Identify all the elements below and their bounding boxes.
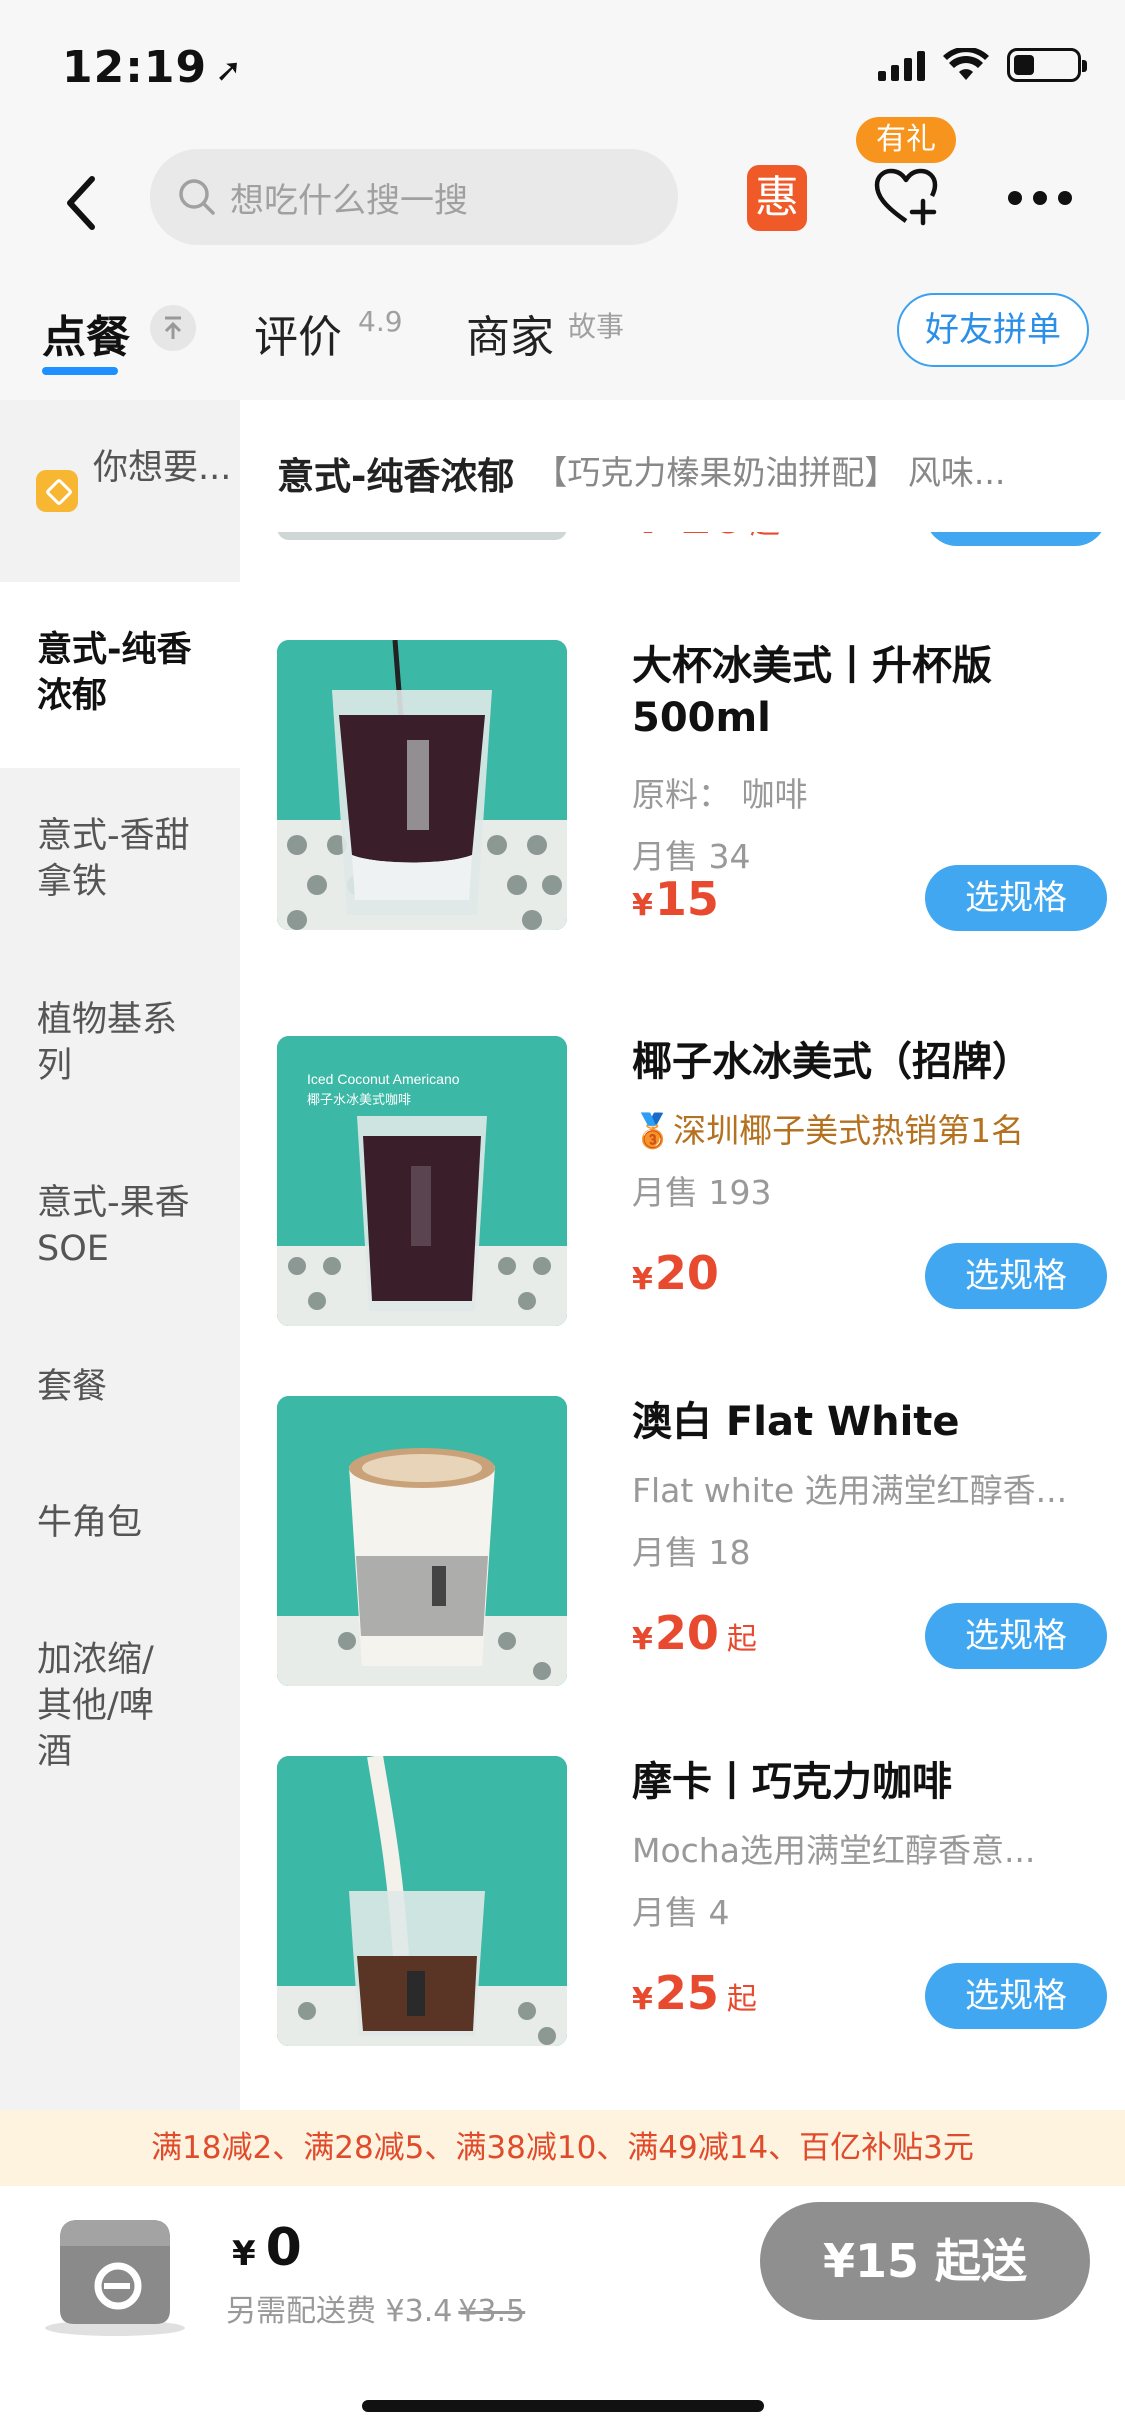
clock-text: 12:19: [62, 42, 208, 93]
section-desc: 【巧克力榛果奶油拼配】 风味...: [534, 453, 1006, 492]
battery-icon: [1007, 48, 1087, 82]
product-sales: 月售 34: [632, 837, 751, 876]
more-icon[interactable]: [1008, 191, 1072, 207]
wifi-icon: [943, 48, 989, 80]
product-desc: Flat white 选用满堂红醇香...: [632, 1471, 1068, 1510]
product-price: ¥20: [632, 1246, 719, 1300]
favorite-add-icon[interactable]: [873, 167, 939, 227]
sidebar-item-latte[interactable]: 意式-香甜拿铁: [0, 813, 200, 905]
product-list: 意式-纯香浓郁 【巧克力榛果奶油拼配】 风味... ¥ 20起 选规格 大杯冰美…: [240, 400, 1125, 2110]
status-icons: [878, 48, 1087, 82]
search-placeholder: 想吃什么搜一搜: [230, 180, 468, 221]
sidebar-item-combo[interactable]: 套餐: [0, 1364, 200, 1410]
status-time: 12:19 ➚: [62, 42, 243, 93]
cart-total: ¥0: [232, 2218, 302, 2278]
product-thumb[interactable]: [277, 640, 567, 930]
product-desc: 原料： 咖啡: [632, 775, 808, 814]
merchant-sub: 故事: [568, 310, 625, 343]
product-price: ¥20 起: [632, 1606, 757, 1660]
tab-review[interactable]: 评价: [254, 301, 342, 365]
header: 想吃什么搜一搜 惠 有礼: [0, 117, 1125, 265]
review-score: 4.9: [358, 305, 403, 338]
cart-box-icon[interactable]: [30, 2200, 190, 2340]
sidebar-item-plant[interactable]: 植物基系列: [0, 997, 200, 1089]
scroll-top-icon[interactable]: [150, 305, 196, 351]
product-thumb[interactable]: [277, 1396, 567, 1686]
product-card[interactable]: Iced Coconut Americano 椰子水冰美式咖啡 椰子水冰美式（招…: [277, 1036, 1107, 1328]
product-thumb[interactable]: [277, 1756, 567, 2046]
product-badge: 🥉深圳椰子美式热销第1名: [632, 1111, 1025, 1150]
product-name: 摩卡丨巧克力咖啡: [632, 1759, 952, 1805]
select-spec-button[interactable]: 选规格: [925, 865, 1107, 931]
svg-text:Iced Coconut Americano: Iced Coconut Americano: [307, 1071, 460, 1087]
delivery-fee: 另需配送费 ¥3.4 ¥3.5: [226, 2294, 526, 2329]
select-spec-button[interactable]: 选规格: [925, 1963, 1107, 2029]
product-desc: Mocha选用满堂红醇香意...: [632, 1831, 1036, 1870]
product-sales: 月售 193: [632, 1173, 772, 1212]
location-arrow-icon: ➚: [215, 51, 243, 89]
sidebar-item-croissant[interactable]: 牛角包: [0, 1500, 200, 1546]
back-icon[interactable]: [60, 173, 108, 233]
product-card[interactable]: 大杯冰美式丨升杯版500ml 原料： 咖啡 月售 34 ¥15 选规格: [277, 640, 1107, 932]
sidebar-item-others[interactable]: 加浓缩/其他/啤酒: [0, 1637, 170, 1775]
status-bar: 12:19 ➚: [0, 0, 1125, 135]
signal-icon: [878, 49, 925, 81]
sidebar-item-label: 你想要...: [93, 448, 232, 488]
section-title: 意式-纯香浓郁: [277, 455, 515, 498]
product-price: ¥15: [632, 872, 719, 926]
select-spec-button[interactable]: 选规格: [925, 1603, 1107, 1669]
discount-icon[interactable]: 惠: [747, 165, 807, 231]
sidebar-item-label: 意式-纯香浓郁: [37, 630, 192, 716]
product-price: ¥25 起: [632, 1966, 757, 2020]
search-icon: [179, 179, 215, 215]
active-tab-indicator: [42, 367, 118, 375]
home-indicator: [362, 2400, 764, 2412]
tab-bar: 点餐 评价 4.9 商家 故事 好友拼单: [0, 265, 1125, 400]
promo-bar: 满18减2、满28减5、满38减10、满49减14、百亿补贴3元: [0, 2110, 1125, 2186]
tab-merchant[interactable]: 商家: [466, 301, 554, 365]
product-name: 澳白 Flat White: [632, 1399, 960, 1445]
product-card[interactable]: 摩卡丨巧克力咖啡 Mocha选用满堂红醇香意... 月售 4 ¥25 起 选规格: [277, 1756, 1107, 2048]
product-sales: 月售 4: [632, 1893, 730, 1932]
select-spec-button[interactable]: 选规格: [925, 1243, 1107, 1309]
product-thumb[interactable]: Iced Coconut Americano 椰子水冰美式咖啡: [277, 1036, 567, 1326]
friends-group-order-button[interactable]: 好友拼单: [897, 293, 1089, 367]
category-sidebar: 你想要... 意式-纯香浓郁 意式-香甜拿铁 植物基系列 意式-果香 SOE 套…: [0, 400, 240, 2110]
svg-text:椰子水冰美式咖啡: 椰子水冰美式咖啡: [307, 1093, 411, 1108]
tab-order[interactable]: 点餐: [42, 301, 130, 365]
cart-bar: ¥0 另需配送费 ¥3.4 ¥3.5 ¥15 起送: [0, 2186, 1125, 2436]
sidebar-item-soe[interactable]: 意式-果香 SOE: [0, 1180, 200, 1272]
gift-badge: 有礼: [856, 117, 956, 163]
product-sales: 月售 18: [632, 1533, 751, 1572]
checkout-button[interactable]: ¥15 起送: [760, 2202, 1090, 2320]
sidebar-divider: [0, 768, 240, 808]
section-header: 意式-纯香浓郁 【巧克力榛果奶油拼配】 风味...: [240, 400, 1125, 532]
product-card[interactable]: 澳白 Flat White Flat white 选用满堂红醇香... 月售 1…: [277, 1396, 1107, 1688]
product-name: 大杯冰美式丨升杯版500ml: [632, 643, 992, 741]
product-name: 椰子水冰美式（招牌）: [632, 1039, 1032, 1085]
search-input[interactable]: 想吃什么搜一搜: [150, 149, 678, 245]
